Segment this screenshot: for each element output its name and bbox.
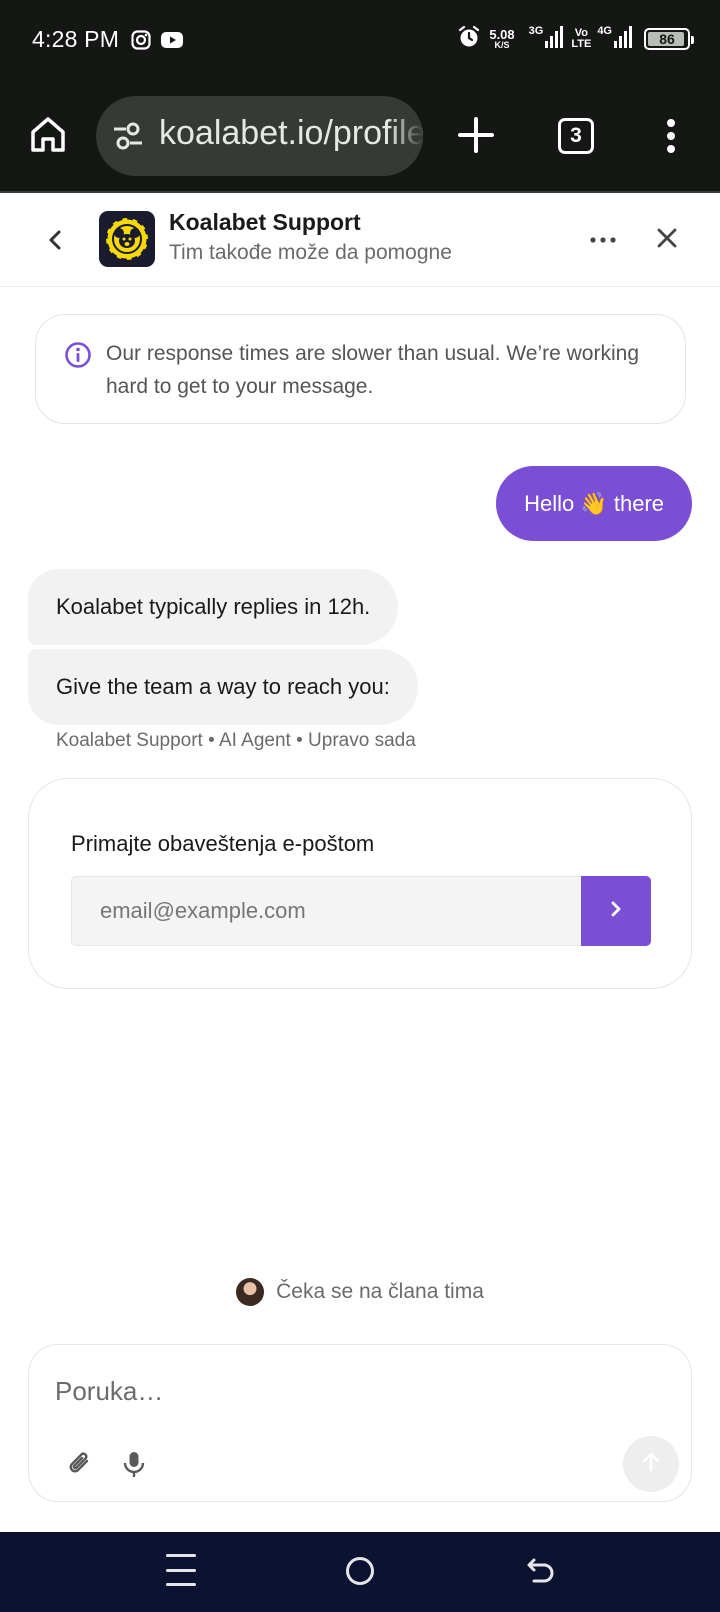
- email-card-label: Primajte obaveštenja e-poštom: [71, 831, 375, 856]
- send-button[interactable]: [623, 1436, 679, 1492]
- overflow-menu-icon[interactable]: [660, 116, 682, 156]
- back-icon[interactable]: [40, 225, 70, 255]
- bot-message: Give the team a way to reach you:: [28, 649, 418, 725]
- message-input[interactable]: [55, 1371, 615, 1411]
- send-arrow-icon: [639, 1450, 663, 1479]
- instagram-icon: [131, 30, 151, 55]
- site-settings-icon[interactable]: [112, 121, 144, 156]
- notice-text: Our response times are slower than usual…: [106, 342, 640, 398]
- microphone-icon[interactable]: [119, 1449, 149, 1479]
- battery-icon: 86: [644, 28, 694, 50]
- home-circle-icon[interactable]: [346, 1557, 374, 1585]
- chat-title: Koalabet Support: [169, 209, 361, 235]
- signal-icon: [614, 25, 632, 53]
- avatar: [236, 1278, 265, 1306]
- youtube-icon: [160, 30, 184, 55]
- sim1-signal: 3G: [529, 25, 564, 53]
- close-icon[interactable]: [652, 223, 682, 253]
- message-meta: Koalabet Support • AI Agent • Upravo sad…: [56, 730, 416, 751]
- chat-subtitle: Tim takođe može da pomogne: [169, 241, 452, 264]
- email-submit-button[interactable]: [581, 876, 651, 946]
- info-icon: [64, 341, 92, 374]
- bot-message: Koalabet typically replies in 12h.: [28, 569, 399, 645]
- recent-apps-icon[interactable]: [166, 1554, 196, 1586]
- url-bar[interactable]: koalabet.io/profile: [96, 96, 423, 176]
- more-icon[interactable]: [588, 225, 618, 255]
- back-gesture-icon[interactable]: [526, 1554, 556, 1588]
- system-nav-bar: [0, 1532, 720, 1612]
- signal-icon: [545, 25, 564, 53]
- message-composer: [28, 1344, 692, 1502]
- sim2-signal: Vo LTE 4G: [571, 25, 632, 53]
- email-capture-card: Primajte obaveštenja e-poštom: [28, 778, 692, 989]
- response-time-notice: Our response times are slower than usual…: [35, 314, 686, 424]
- status-icons: 5.08 K/S 3G Vo LTE 4G 86: [457, 24, 694, 54]
- browser-chrome: 4:28 PM 5.08 K/S 3G Vo LTE 4G 86 koalabe…: [0, 0, 720, 193]
- home-icon[interactable]: [28, 114, 68, 154]
- new-tab-icon[interactable]: [457, 116, 495, 154]
- email-field[interactable]: [71, 876, 581, 946]
- user-message: Hello 👋 there: [496, 466, 692, 541]
- chevron-right-icon: [606, 899, 626, 924]
- waiting-status: Čeka se na člana tima: [0, 1278, 720, 1306]
- url-text[interactable]: koalabet.io/profile: [159, 114, 423, 153]
- waiting-text: Čeka se na člana tima: [276, 1280, 484, 1303]
- net-speed: 5.08 K/S: [489, 27, 515, 50]
- alarm-icon: [457, 25, 481, 54]
- koalabet-logo: [99, 211, 155, 267]
- tab-switcher-icon[interactable]: 3: [558, 118, 594, 154]
- status-time: 4:28 PM: [32, 26, 120, 52]
- attachment-icon[interactable]: [65, 1449, 95, 1479]
- chat-header: Koalabet Support Tim takođe može da pomo…: [0, 195, 720, 287]
